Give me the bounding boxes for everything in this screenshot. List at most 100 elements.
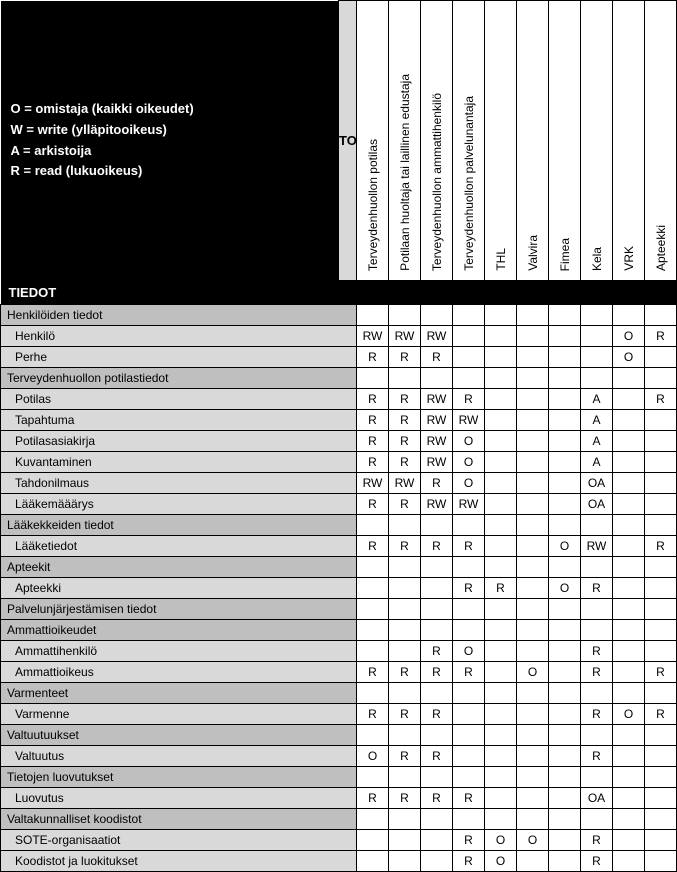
row-label: Lääketiedot	[1, 535, 339, 556]
spacer	[339, 640, 357, 661]
matrix-cell: R	[357, 661, 389, 682]
matrix-cell: R	[389, 493, 421, 514]
matrix-cell	[645, 493, 677, 514]
matrix-cell	[613, 682, 645, 703]
row-label: Valtuutus	[1, 745, 339, 766]
matrix-cell	[421, 766, 453, 787]
section-label: Terveydenhuollon potilastiedot	[1, 367, 339, 388]
matrix-cell: A	[581, 409, 613, 430]
matrix-cell	[485, 430, 517, 451]
matrix-cell: RW	[389, 472, 421, 493]
matrix-cell: R	[453, 535, 485, 556]
section-label: Palvelunjärjestämisen tiedot	[1, 598, 339, 619]
matrix-cell	[645, 724, 677, 745]
matrix-cell	[613, 661, 645, 682]
table-row: PotilasasiakirjaRRRWOA	[1, 430, 677, 451]
row-label: Kuvantaminen	[1, 451, 339, 472]
matrix-cell: R	[453, 388, 485, 409]
matrix-cell	[549, 745, 581, 766]
matrix-cell	[549, 703, 581, 724]
matrix-cell: R	[645, 388, 677, 409]
matrix-cell: R	[357, 451, 389, 472]
section-row: Lääkekkeiden tiedot	[1, 514, 677, 535]
matrix-cell: R	[421, 472, 453, 493]
matrix-cell	[613, 430, 645, 451]
matrix-cell	[421, 556, 453, 577]
matrix-cell	[485, 745, 517, 766]
matrix-cell	[549, 556, 581, 577]
matrix-cell: R	[453, 577, 485, 598]
matrix-cell	[389, 682, 421, 703]
matrix-cell	[453, 346, 485, 367]
matrix-cell	[549, 850, 581, 871]
actor-label: Terveydenhuollon ammattihenkilö	[430, 87, 444, 277]
matrix-cell	[421, 304, 453, 325]
matrix-cell	[517, 409, 549, 430]
matrix-cell: R	[357, 430, 389, 451]
matrix-cell: R	[421, 535, 453, 556]
matrix-cell: O	[613, 346, 645, 367]
matrix-cell: R	[389, 787, 421, 808]
matrix-cell	[517, 304, 549, 325]
actor-label: VRK	[622, 240, 636, 277]
matrix-cell: R	[389, 346, 421, 367]
matrix-cell: R	[357, 535, 389, 556]
matrix-cell	[453, 745, 485, 766]
matrix-cell	[613, 850, 645, 871]
section-row: Varmenteet	[1, 682, 677, 703]
row-label: Koodistot ja luokitukset	[1, 850, 339, 871]
matrix-cell	[549, 472, 581, 493]
matrix-cell	[357, 577, 389, 598]
matrix-cell	[453, 724, 485, 745]
matrix-cell	[453, 703, 485, 724]
matrix-cell	[613, 535, 645, 556]
matrix-cell	[517, 745, 549, 766]
spacer	[339, 346, 357, 367]
matrix-cell: O	[485, 829, 517, 850]
matrix-cell	[581, 808, 613, 829]
row-label: Ammattioikeus	[1, 661, 339, 682]
matrix-cell	[613, 787, 645, 808]
matrix-cell	[645, 577, 677, 598]
matrix-cell	[421, 850, 453, 871]
row-label: Perhe	[1, 346, 339, 367]
matrix-cell	[421, 829, 453, 850]
spacer	[339, 556, 357, 577]
matrix-cell	[645, 829, 677, 850]
table-row: AmmattihenkilöROR	[1, 640, 677, 661]
matrix-cell: R	[581, 703, 613, 724]
table-row: TahdonilmausRWRWROOA	[1, 472, 677, 493]
actor-header: Fimea	[549, 1, 581, 281]
matrix-cell	[517, 724, 549, 745]
matrix-cell	[645, 850, 677, 871]
matrix-cell: RW	[421, 451, 453, 472]
matrix-cell: R	[645, 703, 677, 724]
actor-label: Fimea	[558, 232, 572, 277]
matrix-cell	[581, 514, 613, 535]
matrix-cell	[645, 409, 677, 430]
matrix-cell	[549, 829, 581, 850]
matrix-cell: OA	[581, 472, 613, 493]
table-row: Koodistot ja luokituksetROR	[1, 850, 677, 871]
matrix-cell	[389, 850, 421, 871]
matrix-cell	[645, 598, 677, 619]
matrix-cell	[485, 388, 517, 409]
spacer	[339, 577, 357, 598]
matrix-cell: R	[453, 661, 485, 682]
matrix-cell	[485, 493, 517, 514]
table-row: LuovutusRRRROA	[1, 787, 677, 808]
matrix-cell	[485, 766, 517, 787]
matrix-cell	[645, 367, 677, 388]
spacer	[339, 619, 357, 640]
matrix-cell: R	[389, 409, 421, 430]
matrix-cell	[549, 493, 581, 514]
matrix-cell	[485, 346, 517, 367]
matrix-cell	[613, 514, 645, 535]
matrix-cell: R	[645, 325, 677, 346]
matrix-cell	[485, 325, 517, 346]
table-row: ApteekkiRROR	[1, 577, 677, 598]
table-row: PerheRRRO	[1, 346, 677, 367]
actor-label: Apteekki	[654, 219, 668, 277]
matrix-cell: O	[453, 451, 485, 472]
matrix-cell	[357, 619, 389, 640]
